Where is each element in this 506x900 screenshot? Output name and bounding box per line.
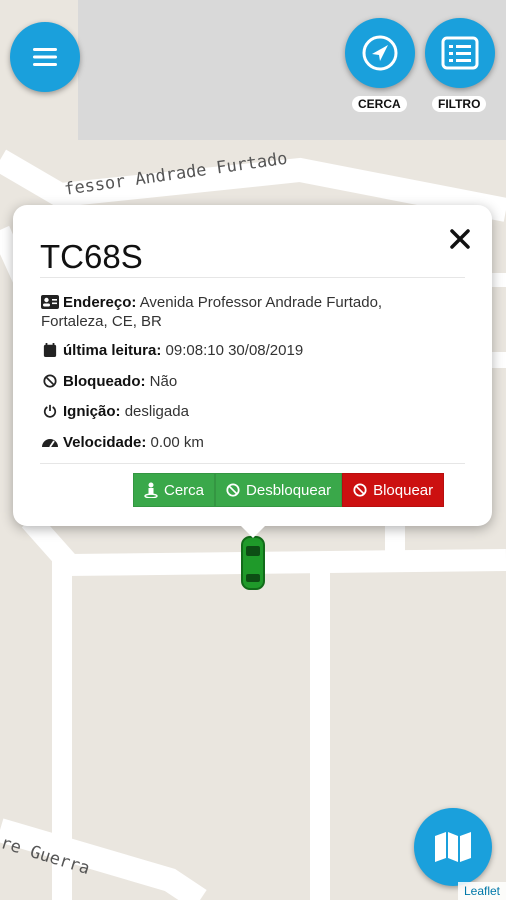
list-filter-icon: [441, 36, 479, 70]
filtro-button[interactable]: [425, 18, 495, 88]
ignition-value: desligada: [124, 403, 189, 420]
address-value: Avenida Professor Andrade Furtado,: [139, 294, 383, 311]
address-row: Endereço: Avenida Professor Andrade Furt…: [41, 293, 461, 331]
menu-button[interactable]: [10, 22, 80, 92]
popup-divider: [40, 277, 465, 278]
vehicle-info-popup: TC68S Endereço: Avenida Professor Andrad…: [13, 205, 492, 538]
block-label: Bloquear: [373, 481, 434, 499]
address-value-line2: Fortaleza, CE, BR: [41, 313, 162, 330]
cerca-button[interactable]: [345, 18, 415, 88]
location-arrow-icon: [362, 35, 398, 71]
street-view-icon: [144, 482, 158, 498]
filtro-label: FILTRO: [432, 96, 487, 112]
map-icon: [435, 832, 471, 862]
cerca-action-label: Cerca: [164, 481, 205, 499]
speed-row: Velocidade: 0.00 km: [41, 433, 204, 452]
address-card-icon: [41, 295, 59, 309]
popup-tip: [241, 526, 265, 538]
vehicle-plate-title: TC68S: [40, 238, 143, 275]
blocked-value: Não: [149, 373, 178, 390]
calendar-icon: [43, 343, 57, 357]
last-read-value: 09:08:10 30/08/2019: [165, 342, 304, 359]
ignition-label: Ignição:: [63, 403, 121, 420]
ban-icon: [43, 374, 57, 388]
cerca-label: CERCA: [352, 96, 407, 112]
popup-actions: Cerca Desbloquear Bloquear: [133, 473, 445, 507]
hamburger-menu-icon: [33, 48, 57, 66]
ignition-row: Ignição: desligada: [41, 402, 189, 421]
popup-divider-bottom: [40, 463, 465, 464]
last-read-label: última leitura:: [63, 342, 162, 359]
blocked-row: Bloqueado: Não: [41, 372, 177, 391]
speed-value: 0.00 km: [150, 434, 204, 451]
block-button[interactable]: Bloquear: [342, 473, 445, 507]
speed-label: Velocidade:: [63, 434, 147, 451]
address-label: Endereço:: [63, 294, 137, 311]
vehicle-marker[interactable]: [241, 536, 265, 590]
close-icon[interactable]: [448, 227, 472, 251]
last-read-row: última leitura: 09:08:10 30/08/2019: [41, 341, 303, 360]
ban-icon: [226, 483, 240, 497]
unblock-button[interactable]: Desbloquear: [215, 473, 343, 507]
unblock-label: Desbloquear: [246, 481, 332, 499]
speedometer-icon: [42, 439, 58, 448]
power-icon: [43, 404, 57, 418]
blocked-label: Bloqueado:: [63, 373, 146, 390]
cerca-action-button[interactable]: Cerca: [133, 473, 216, 507]
ban-icon: [353, 483, 367, 497]
leaflet-attribution[interactable]: Leaflet: [457, 882, 506, 900]
map-layers-button[interactable]: [414, 808, 492, 886]
